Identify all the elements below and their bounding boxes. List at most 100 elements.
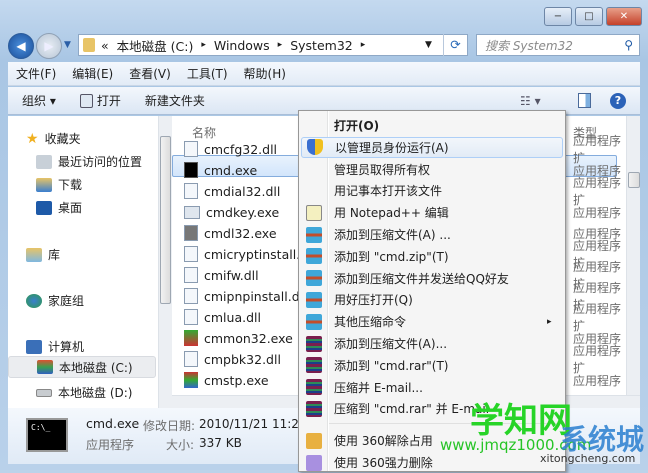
menu-file[interactable]: 文件(F) [8,65,64,82]
context-menu-item[interactable]: 以管理员身份运行(A) [301,136,563,158]
nav-libraries-label: 库 [48,248,61,262]
menu-tools[interactable]: 工具(T) [179,65,236,82]
nav-favorites[interactable]: ★ 收藏夹 [26,130,81,147]
drive-icon [36,388,52,397]
details-size-label: 大小: [166,438,195,452]
breadcrumb-separator-icon[interactable]: ▸ [278,40,283,50]
nav-downloads[interactable]: 下载 [36,176,82,193]
refresh-icon[interactable]: ⟳ [443,34,467,56]
recent-pages-chevron-icon[interactable]: ▼ [64,40,71,50]
file-row[interactable]: cmmon32.exe [184,328,304,348]
nav-libraries[interactable]: 库 [26,246,60,263]
back-arrow-icon: ◀ [16,39,26,53]
nav-drive-c[interactable]: 本地磁盘 (C:) [8,356,156,378]
file-type: 应用程序扩 [573,302,622,333]
context-menu-item[interactable]: 用好压打开(Q) [301,289,563,310]
forward-button[interactable]: ▶ [36,33,62,59]
file-icon [184,225,198,241]
file-row[interactable]: cmcfg32.dll [184,139,304,159]
details-type: 应用程序 [86,438,135,452]
new-folder-button[interactable]: 新建文件夹 [145,92,205,109]
file-row[interactable]: cmd.exe [184,160,304,180]
file-row[interactable]: cmpbk32.dll [184,349,304,369]
context-menu-item[interactable]: 用 Notepad++ 编辑 [301,202,563,223]
navigation-pane: ★ 收藏夹 最近访问的位置 下载 桌面 库 家庭组 计算机 本地磁盘 (C:) 本… [8,116,158,408]
breadcrumb-drive-c[interactable]: 本地磁盘 (C:) [117,36,194,55]
file-row[interactable]: cmdial32.dll [184,181,304,201]
file-type: 应用程序 [573,373,622,388]
maximize-button[interactable]: □ [575,7,603,26]
file-name: cmifw.dll [204,267,259,283]
breadcrumb-separator-icon[interactable]: ▸ [361,40,366,50]
haozip-icon [306,226,322,243]
nav-drive-d[interactable]: 本地磁盘 (D:) [36,384,132,401]
system-drive-icon [37,360,53,374]
address-bar[interactable]: « 本地磁盘 (C:) ▸ Windows ▸ System32 ▸ ▼ ⟳ [78,34,468,56]
menu-view[interactable]: 查看(V) [121,65,179,82]
nav-desktop[interactable]: 桌面 [36,199,82,216]
file-row[interactable]: cmlua.dll [184,307,304,327]
winrar-icon [306,400,322,417]
breadcrumb-overflow[interactable]: « [101,38,109,53]
context-menu-item[interactable]: 其他压缩命令 ▸ [301,311,563,332]
context-menu-item[interactable]: 打开(O) [301,115,563,136]
menu-item-label: 添加到压缩文件(A)... [334,337,448,351]
open-button[interactable]: 打开 [79,92,121,109]
search-input[interactable]: 搜索 System32 ⚲ [476,34,640,56]
details-filename: cmd.exe [86,416,140,431]
folder-icon [83,38,95,52]
menu-item-label: 用 Notepad++ 编辑 [334,206,449,221]
file-name: cmdkey.exe [206,204,280,220]
nav-homegroup[interactable]: 家庭组 [26,292,84,309]
breadcrumb-separator-icon[interactable]: ▸ [201,40,206,50]
context-menu-item[interactable]: 添加到压缩文件(A) ... [301,224,563,245]
details-date-label: 修改日期: [143,419,196,433]
file-row[interactable]: cmifw.dll [184,265,304,285]
file-row[interactable]: cmstp.exe [184,370,304,390]
context-menu-item[interactable]: 用记事本打开该文件 [301,180,563,201]
file-name: cmdial32.dll [204,183,281,199]
address-dropdown-icon[interactable]: ▼ [425,40,432,50]
breadcrumb-system32[interactable]: System32 [290,38,353,53]
context-menu-item[interactable]: 添加到 "cmd.rar"(T) [301,355,563,376]
menu-item-label: 添加到 "cmd.rar"(T) [334,358,449,373]
file-icon [184,372,198,388]
details-size: 337 KB [199,436,242,450]
breadcrumb-windows[interactable]: Windows [214,38,270,53]
nav-recent[interactable]: 最近访问的位置 [36,153,142,170]
view-options-icon[interactable]: ☷ ▾ [520,94,541,108]
open-label: 打开 [96,94,121,108]
file-row[interactable]: cmipnpinstall.dll [184,286,304,306]
file-row[interactable]: cmdl32.exe [184,223,304,243]
back-button[interactable]: ◀ [8,33,34,59]
preview-pane-icon[interactable] [578,93,591,108]
file-name: cmstp.exe [204,372,269,388]
menu-help[interactable]: 帮助(H) [236,65,294,82]
context-menu-item[interactable]: 添加到 "cmd.zip"(T) [301,246,563,267]
context-menu-item[interactable]: 管理员取得所有权 [301,159,563,180]
file-row[interactable]: cmicryptinstall.dll [184,244,304,264]
menu-item-label: 压缩到 "cmd.rar" 并 E-mail [334,402,490,417]
help-icon[interactable]: ? [610,92,626,109]
file-row[interactable]: cmdkey.exe [184,202,304,222]
minimize-button[interactable]: − [544,7,572,26]
nav-scrollbar[interactable] [158,116,172,408]
file-name: cmcfg32.dll [204,141,278,157]
context-menu-item[interactable]: 添加到压缩文件(A)... [301,333,563,354]
close-button[interactable]: ✕ [606,7,642,26]
search-icon[interactable]: ⚲ [624,38,633,52]
menu-edit[interactable]: 编辑(E) [64,65,121,82]
nav-downloads-label: 下载 [58,178,83,192]
nav-scroll-thumb[interactable] [160,136,171,304]
file-name: cmd.exe [204,162,258,178]
organize-button[interactable]: 组织 ▾ [22,92,56,109]
file-list-scrollbar[interactable] [626,116,640,395]
file-icon [184,183,198,199]
file-name: cmicryptinstall.dll [204,246,304,262]
context-menu-item[interactable]: 添加到压缩文件并发送给QQ好友 [301,268,563,289]
nav-computer[interactable]: 计算机 [26,338,84,355]
file-icon [184,162,198,178]
menu-item-label: 添加到 "cmd.zip"(T) [334,249,449,264]
menu-item-label: 压缩并 E-mail... [334,380,423,395]
file-scroll-thumb[interactable] [628,172,640,188]
